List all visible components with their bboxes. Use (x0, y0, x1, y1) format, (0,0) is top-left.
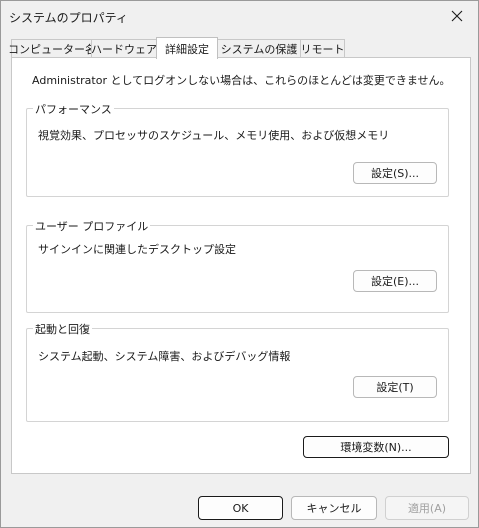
tab-hardware[interactable]: ハードウェア (91, 39, 157, 58)
user-profile-description: サインインに関連したデスクトップ設定 (38, 243, 236, 256)
tab-system-protection[interactable]: システムの保護 (216, 39, 302, 58)
startup-recovery-settings-button[interactable]: 設定(T) (353, 376, 437, 398)
tab-label: 詳細設定 (165, 42, 209, 56)
startup-recovery-description: システム起動、システム障害、およびデバッグ情報 (38, 350, 291, 363)
performance-group: パフォーマンス 視覚効果、プロセッサのスケジュール、メモリ使用、および仮想メモリ… (26, 101, 449, 197)
tab-label: ハードウェア (91, 43, 157, 56)
performance-settings-button[interactable]: 設定(S)... (353, 162, 437, 184)
system-properties-dialog: システムのプロパティ コンピューター名 ハードウェア 詳細設定 システムの保護 … (0, 0, 479, 528)
startup-recovery-title: 起動と回復 (33, 321, 92, 337)
tab-remote[interactable]: リモート (300, 39, 345, 58)
tab-advanced[interactable]: 詳細設定 (156, 37, 218, 59)
performance-description: 視覚効果、プロセッサのスケジュール、メモリ使用、および仮想メモリ (38, 129, 390, 142)
tab-label: コンピューター名 (8, 43, 96, 56)
ok-button[interactable]: OK (198, 496, 283, 520)
tab-label: システムの保護 (220, 43, 298, 56)
admin-notice: Administrator としてログオンしない場合は、これらのほとんどは変更で… (32, 74, 451, 87)
environment-variables-button[interactable]: 環境変数(N)... (303, 436, 449, 458)
tab-label: リモート (300, 43, 345, 56)
user-profile-title: ユーザー プロファイル (33, 218, 151, 234)
user-profile-settings-button[interactable]: 設定(E)... (353, 270, 437, 292)
user-profile-group: ユーザー プロファイル サインインに関連したデスクトップ設定 設定(E)... (26, 218, 449, 313)
close-icon (451, 10, 463, 22)
cancel-button[interactable]: キャンセル (291, 496, 377, 520)
apply-button[interactable]: 適用(A) (385, 496, 469, 520)
window-title: システムのプロパティ (9, 11, 128, 25)
startup-recovery-group: 起動と回復 システム起動、システム障害、およびデバッグ情報 設定(T) (26, 321, 449, 422)
title-bar: システムのプロパティ (1, 1, 478, 31)
close-button[interactable] (436, 1, 478, 31)
performance-title: パフォーマンス (33, 101, 114, 117)
advanced-panel: Administrator としてログオンしない場合は、これらのほとんどは変更で… (11, 57, 471, 474)
tab-computer-name[interactable]: コンピューター名 (8, 39, 96, 58)
